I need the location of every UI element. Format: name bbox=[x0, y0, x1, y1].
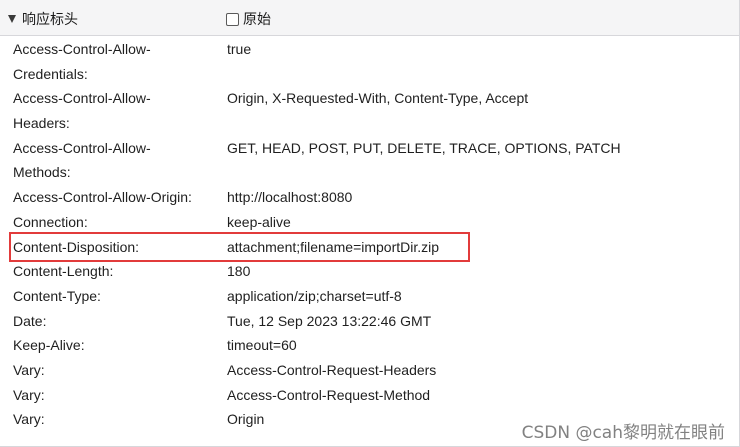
header-row: Vary: Access-Control-Request-Headers bbox=[0, 358, 739, 383]
header-name: Vary: bbox=[13, 411, 45, 428]
header-name: Access-Control-Allow- Credentials: bbox=[13, 41, 151, 82]
header-row: Date: Tue, 12 Sep 2023 13:22:46 GMT bbox=[0, 309, 739, 334]
header-value: attachment;filename=importDir.zip bbox=[227, 238, 440, 255]
header-name: Vary: bbox=[13, 386, 45, 403]
response-headers-section-header: 响应标头 原始 bbox=[0, 0, 739, 36]
header-row: Access-Control-Allow- Methods: GET, HEAD… bbox=[0, 136, 739, 185]
header-row: Keep-Alive: timeout=60 bbox=[0, 333, 739, 358]
header-name: Content-Length: bbox=[13, 263, 114, 280]
header-name: Access-Control-Allow-Origin: bbox=[13, 189, 192, 206]
headers-list: Access-Control-Allow- Credentials: true … bbox=[0, 37, 739, 432]
header-row: Vary: Access-Control-Request-Method bbox=[0, 383, 739, 408]
header-row-highlighted: Content-Disposition: attachment;filename… bbox=[0, 235, 739, 260]
header-value: 180 bbox=[227, 263, 251, 280]
section-title: 响应标头 bbox=[22, 11, 78, 27]
header-row: Connection: keep-alive bbox=[0, 210, 739, 235]
header-name: Access-Control-Allow- Methods: bbox=[13, 139, 151, 181]
raw-checkbox[interactable] bbox=[226, 12, 239, 26]
header-value: Origin, X-Requested-With, Content-Type, … bbox=[227, 90, 529, 107]
header-name: Content-Disposition: bbox=[13, 238, 140, 255]
header-name: Content-Type: bbox=[13, 287, 101, 304]
header-row: Access-Control-Allow- Credentials: true bbox=[0, 37, 739, 86]
header-value: keep-alive bbox=[227, 213, 291, 230]
header-value: http://localhost:8080 bbox=[227, 189, 353, 206]
header-value: Access-Control-Request-Method bbox=[227, 386, 431, 403]
header-value: GET, HEAD, POST, PUT, DELETE, TRACE, OPT… bbox=[227, 139, 621, 156]
watermark: CSDN @cah黎明就在眼前 bbox=[521, 423, 725, 443]
header-value: Tue, 12 Sep 2023 13:22:46 GMT bbox=[227, 312, 432, 329]
header-row: Access-Control-Allow- Headers: Origin, X… bbox=[0, 86, 739, 135]
header-value: timeout=60 bbox=[227, 337, 297, 354]
raw-checkbox-label: 原始 bbox=[243, 11, 271, 27]
header-name: Date: bbox=[13, 312, 47, 329]
triangle-down-icon bbox=[8, 15, 16, 23]
raw-toggle[interactable]: 原始 bbox=[226, 10, 271, 28]
response-headers-panel: 响应标头 原始 Access-Control-Allow- Credential… bbox=[0, 0, 740, 447]
header-name: Vary: bbox=[13, 361, 45, 378]
collapse-toggle[interactable]: 响应标头 bbox=[8, 10, 78, 28]
header-value: true bbox=[227, 41, 252, 57]
header-name: Connection: bbox=[13, 213, 88, 230]
header-name: Keep-Alive: bbox=[13, 337, 85, 354]
header-row: Content-Type: application/zip;charset=ut… bbox=[0, 284, 739, 309]
header-value: Access-Control-Request-Headers bbox=[227, 361, 437, 378]
header-row: Content-Length: 180 bbox=[0, 259, 739, 284]
header-value: application/zip;charset=utf-8 bbox=[227, 287, 402, 304]
header-name: Access-Control-Allow- Headers: bbox=[13, 90, 151, 132]
header-row: Access-Control-Allow-Origin: http://loca… bbox=[0, 185, 739, 210]
